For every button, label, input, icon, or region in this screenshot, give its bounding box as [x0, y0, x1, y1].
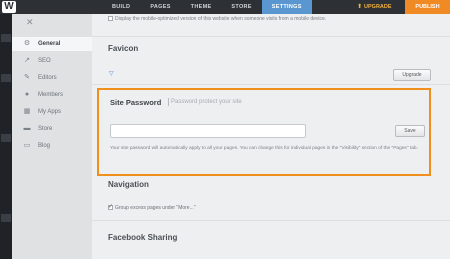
divider [92, 36, 450, 37]
group-pages-checkbox[interactable] [108, 203, 113, 211]
group-pages-row: Group excess pages under "More..." [108, 203, 196, 211]
mobile-checkbox[interactable] [108, 16, 113, 22]
sidebar-item-label: Members [38, 92, 64, 98]
facebook-sharing-title: Facebook Sharing [108, 233, 178, 242]
group-pages-label: Group excess pages under "More..." [115, 205, 196, 211]
cart-icon: ▬ [23, 125, 31, 132]
weebly-logo[interactable]: W [2, 1, 16, 13]
preview-block [1, 34, 11, 42]
top-bar: W BUILD PAGES THEME STORE SETTINGS ⬆ UPGR… [0, 0, 450, 14]
favicon-upgrade-button[interactable]: Upgrade [393, 69, 431, 81]
preview-block [1, 74, 11, 82]
sidebar-item-editors[interactable]: ✎ Editors [12, 71, 92, 85]
mobile-option-row: Display the mobile-optimized version of … [108, 16, 326, 22]
tab-pages[interactable]: PAGES [140, 0, 180, 14]
sidebar-item-seo[interactable]: ↗ SEO [12, 54, 92, 68]
sidebar-item-label: General [38, 41, 61, 47]
tab-store[interactable]: STORE [221, 0, 261, 14]
tab-build[interactable]: BUILD [102, 0, 140, 14]
grid-icon: ▦ [23, 108, 31, 115]
preview-block [1, 134, 11, 142]
password-help-text: Your site password will automatically ap… [110, 146, 418, 151]
tab-settings[interactable]: SETTINGS [261, 0, 312, 14]
trend-icon: ↗ [24, 57, 30, 64]
sidebar-item-label: Blog [38, 143, 51, 149]
upgrade-link[interactable]: ⬆ UPGRADE [357, 0, 392, 14]
site-password-title: Site Password [110, 98, 162, 107]
publish-button[interactable]: PUBLISH [405, 0, 450, 14]
upgrade-arrow-icon: ⬆ [357, 4, 363, 10]
tab-theme[interactable]: THEME [181, 0, 222, 14]
sidebar-item-label: Store [38, 126, 53, 132]
sidebar-item-members[interactable]: ● Members [12, 88, 92, 102]
sidebar-item-store[interactable]: ▬ Store [12, 122, 92, 136]
mobile-option-label: Display the mobile-optimized version of … [115, 16, 327, 22]
pencil-icon: ✎ [24, 74, 30, 81]
password-save-button[interactable]: Save [395, 125, 425, 137]
settings-content: Display the mobile-optimized version of … [92, 14, 450, 259]
sidebar-item-blog[interactable]: ▭ Blog [12, 139, 92, 153]
close-icon[interactable]: ✕ [26, 17, 34, 28]
sidebar-item-label: Editors [38, 75, 57, 81]
password-input[interactable] [110, 124, 306, 138]
sidebar-item-label: My Apps [38, 109, 62, 115]
sidebar-item-label: SEO [38, 58, 51, 64]
divider [92, 84, 450, 85]
gear-icon: ⚙ [23, 40, 31, 47]
sidebar-item-general[interactable]: ⚙ General [12, 37, 92, 51]
navigation-title: Navigation [108, 180, 149, 189]
settings-sidebar: ✕ ⚙ General ↗ SEO ✎ Editors ● Members ▦ … [12, 14, 92, 259]
favicon-title: Favicon [108, 44, 139, 53]
sidebar-item-my-apps[interactable]: ▦ My Apps [12, 105, 92, 119]
site-password-subtitle: Password protect your site [171, 99, 242, 105]
upgrade-label: UPGRADE [364, 4, 392, 10]
site-password-section: Site Password Password protect your site… [97, 88, 431, 176]
preview-block [1, 214, 11, 222]
page-preview-strip [0, 14, 12, 259]
favicon-placeholder-icon: ▽ [109, 71, 114, 77]
chat-icon: ▭ [23, 142, 31, 149]
title-separator [168, 98, 169, 106]
main-nav: BUILD PAGES THEME STORE SETTINGS [102, 0, 312, 14]
person-icon: ● [24, 91, 30, 98]
divider [92, 220, 450, 221]
